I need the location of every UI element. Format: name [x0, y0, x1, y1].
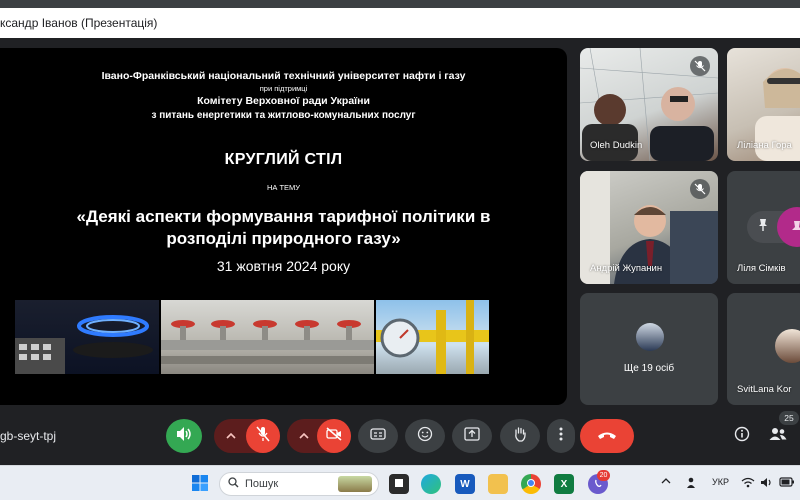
slide-event-type: КРУГЛИЙ СТІЛ — [224, 151, 343, 168]
presenter-title-bar: ксандр Іванов (Презентація) — [0, 8, 800, 38]
browser-top-edge — [0, 0, 800, 8]
slide-on-theme: НА ТЕМУ — [266, 183, 301, 192]
participant-name: SvitLana Kor — [737, 384, 792, 395]
tray-overflow-chevron-icon[interactable] — [661, 477, 671, 488]
info-icon — [734, 426, 750, 447]
meeting-code: gb-seyt-tpj — [0, 429, 57, 443]
raise-hand-icon — [513, 426, 527, 447]
start-button[interactable] — [190, 474, 210, 494]
taskbar-excel[interactable]: X — [554, 474, 574, 494]
emoji-icon — [417, 426, 433, 447]
gas-stove-photo — [15, 300, 159, 374]
chevron-up-icon[interactable] — [296, 428, 312, 444]
audio-button[interactable] — [166, 419, 202, 453]
search-highlight-image — [338, 476, 372, 492]
mic-off-icon — [690, 56, 710, 76]
taskbar-chrome[interactable] — [521, 474, 541, 494]
taskbar-app-dark[interactable] — [389, 474, 409, 494]
search-icon — [228, 475, 239, 493]
participant-name: Ліля Сімків — [737, 263, 786, 274]
battery-icon[interactable] — [779, 477, 795, 490]
raise-hand-button[interactable] — [500, 419, 540, 453]
gas-gauge-photo — [376, 300, 489, 374]
present-icon — [464, 426, 480, 446]
taskbar-word[interactable]: W — [455, 474, 475, 494]
volume-icon — [175, 426, 193, 447]
slide-committee: Комітету Верховної ради України — [197, 95, 370, 107]
camera-toggle-button[interactable] — [317, 419, 351, 453]
captions-button[interactable] — [358, 419, 398, 453]
hangup-icon — [597, 427, 617, 445]
notification-badge: 20 — [597, 470, 610, 481]
windows-logo-icon — [191, 474, 209, 495]
participant-tile-svitlana-kor[interactable]: SvitLana Kor — [727, 293, 800, 405]
app-icon — [394, 478, 404, 491]
more-vert-icon — [559, 427, 563, 446]
mic-toggle-button[interactable] — [246, 419, 280, 453]
participant-name: Oleh Dudkin — [590, 140, 643, 151]
people-icon — [769, 427, 787, 446]
pipeline-valves-photo — [161, 300, 374, 374]
pin-icon — [757, 218, 769, 237]
slide-date: 31 жовтня 2024 року — [216, 258, 351, 274]
taskbar-search[interactable]: Пошук — [219, 472, 379, 496]
camera-off-icon — [326, 426, 342, 446]
mic-off-icon — [690, 179, 710, 199]
slide-support: при підтримці — [259, 84, 308, 93]
presenter-title: ксандр Іванов (Презентація) — [0, 16, 158, 30]
wifi-icon[interactable] — [741, 477, 755, 491]
captions-icon — [370, 427, 386, 445]
present-screen-button[interactable] — [452, 419, 492, 453]
chevron-up-icon[interactable] — [223, 428, 239, 444]
participant-name: Андрій Жупанин — [590, 263, 663, 274]
mic-button-group — [214, 419, 280, 453]
more-participants-tile[interactable]: Ще 19 осіб — [580, 293, 718, 405]
participant-tile-oleh-dudkin[interactable]: Oleh Dudkin — [580, 48, 718, 161]
avatar — [775, 329, 800, 363]
meeting-controls-bar: gb-seyt-tpj — [0, 410, 800, 462]
slide-topic-line1: «Деякі аспекти формування тарифної політ… — [76, 207, 491, 226]
volume-tray-icon[interactable] — [760, 477, 773, 491]
participant-name: Ліліана Гора — [737, 140, 792, 151]
chrome-icon — [527, 478, 535, 490]
mic-off-icon — [256, 426, 270, 447]
participant-tile-lilia-simkiv[interactable]: Ліля Сімків — [727, 171, 800, 284]
participant-tile-liliana-gora[interactable]: Ліліана Гора — [727, 48, 800, 161]
slide-committee-topic: з питань енергетики та житлово-комунальн… — [151, 110, 416, 121]
participant-tile-andrii-zhupanyn[interactable]: Андрій Жупанин — [580, 171, 718, 284]
slide-university: Івано-Франківський національний технічни… — [101, 70, 466, 82]
input-language[interactable]: УКР — [712, 477, 729, 487]
meeting-info-button[interactable] — [728, 422, 756, 450]
leave-call-button[interactable] — [580, 419, 634, 453]
word-icon: W — [460, 478, 470, 490]
people-button[interactable] — [764, 422, 792, 450]
more-options-button[interactable] — [547, 419, 575, 453]
search-label: Пошук — [245, 478, 279, 490]
windows-taskbar: Пошук W X УКР — [0, 465, 800, 500]
avatar — [636, 323, 664, 351]
slide-topic-line2: розподілі природного газу» — [166, 229, 401, 248]
excel-icon: X — [560, 478, 568, 490]
slide-topic: «Деякі аспекти формування тарифної політ… — [0, 206, 567, 250]
person-icon[interactable] — [686, 477, 696, 492]
taskbar-file-explorer[interactable] — [488, 474, 508, 494]
reactions-button[interactable] — [405, 419, 445, 453]
people-count-badge: 25 — [779, 411, 799, 425]
more-participants-label: Ще 19 осіб — [623, 363, 675, 374]
presentation-stage[interactable]: Івано-Франківський національний технічни… — [0, 48, 567, 405]
taskbar-edge[interactable] — [421, 474, 441, 494]
camera-button-group — [287, 419, 351, 453]
